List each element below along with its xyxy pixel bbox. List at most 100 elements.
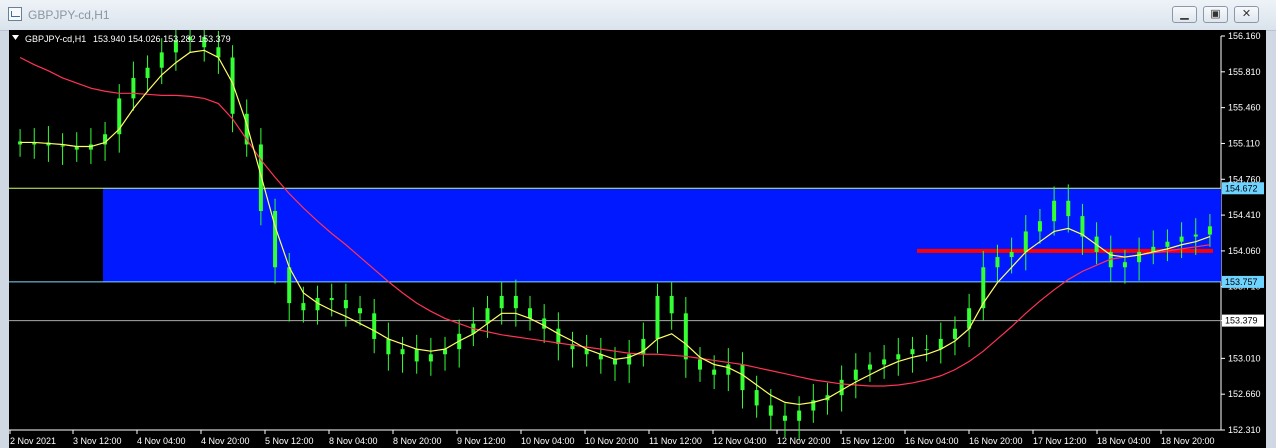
chart-ohlc-values: 153.940 154.026 153.282 153.379 xyxy=(93,34,231,44)
candle-body xyxy=(938,338,943,350)
candle-body xyxy=(513,295,518,309)
candle-body xyxy=(343,300,348,309)
candle-body xyxy=(683,313,688,360)
candle-body xyxy=(613,359,617,365)
maximize-button[interactable]: ▣ xyxy=(1203,6,1228,23)
chart-window-icon xyxy=(8,7,22,21)
candle-body xyxy=(131,77,136,99)
time-tick-label: 2 Nov 2021 xyxy=(10,436,56,446)
candle-body xyxy=(358,308,363,314)
candle-body xyxy=(655,295,660,339)
candle-body xyxy=(159,52,164,68)
zone-price-label: 153.757 xyxy=(1225,277,1258,287)
candle-body xyxy=(853,369,858,380)
time-tick-label: 5 Nov 12:00 xyxy=(265,436,314,446)
time-tick-label: 12 Nov 04:00 xyxy=(713,436,767,446)
candle-body xyxy=(896,354,901,360)
minimize-icon: ▁ xyxy=(1180,8,1189,20)
candle-body xyxy=(329,297,334,301)
time-tick-label: 16 Nov 20:00 xyxy=(969,436,1023,446)
zone-price-label: 154.672 xyxy=(1225,183,1258,193)
candle-body xyxy=(1179,236,1184,242)
price-tick-label: 155.110 xyxy=(1228,138,1260,148)
time-tick-label: 8 Nov 20:00 xyxy=(393,436,442,446)
price-chart[interactable]: GBPJPY-cd,H1 153.940 154.026 153.282 153.… xyxy=(9,30,1266,448)
time-tick-label: 16 Nov 04:00 xyxy=(905,436,959,446)
candle-body xyxy=(712,369,717,375)
candle-body xyxy=(782,415,787,421)
time-tick-label: 17 Nov 12:00 xyxy=(1033,436,1087,446)
price-tick-label: 154.060 xyxy=(1228,246,1261,256)
candle-body xyxy=(910,349,915,355)
candle-body xyxy=(1122,262,1127,268)
candle-body xyxy=(924,349,929,351)
candle-body xyxy=(882,359,887,365)
candle-body xyxy=(797,410,802,421)
candle-body xyxy=(627,354,632,365)
candle-body xyxy=(867,364,872,370)
candle-body xyxy=(145,67,150,78)
candle-body xyxy=(740,364,745,391)
time-tick-label: 10 Nov 04:00 xyxy=(521,436,575,446)
time-tick-label: 3 Nov 12:00 xyxy=(73,436,122,446)
maximize-icon: ▣ xyxy=(1210,8,1221,20)
price-tick-label: 155.810 xyxy=(1228,67,1261,77)
time-tick-label: 11 Nov 12:00 xyxy=(649,436,702,446)
time-tick-label: 8 Nov 04:00 xyxy=(329,436,378,446)
candle-body xyxy=(754,390,759,406)
close-icon: ✕ xyxy=(1241,8,1252,20)
candle-body xyxy=(499,295,504,309)
candle-body xyxy=(1009,251,1014,258)
candle-body xyxy=(556,328,561,345)
time-tick-label: 18 Nov 20:00 xyxy=(1161,436,1215,446)
candle-body xyxy=(1052,200,1057,222)
candle-body xyxy=(60,145,65,147)
candle-body xyxy=(528,308,533,319)
close-button[interactable]: ✕ xyxy=(1234,6,1259,23)
time-tick-label: 4 Nov 04:00 xyxy=(137,436,186,446)
candle-body xyxy=(697,359,702,370)
price-tick-label: 156.160 xyxy=(1228,31,1261,41)
candle-body xyxy=(1193,234,1198,237)
candle-body xyxy=(386,338,391,355)
time-tick-label: 12 Nov 20:00 xyxy=(777,436,831,446)
candle-body xyxy=(1023,231,1028,252)
candle-body xyxy=(669,295,674,314)
time-tick-label: 18 Nov 04:00 xyxy=(1097,436,1151,446)
candle-body xyxy=(216,47,221,58)
minimize-button[interactable]: ▁ xyxy=(1172,6,1197,23)
candle-body xyxy=(1165,241,1170,247)
candle-body xyxy=(372,313,377,339)
current-price-label: 153.379 xyxy=(1225,316,1258,326)
candle-body xyxy=(542,318,547,329)
price-tick-label: 155.460 xyxy=(1228,103,1261,113)
candlestick-chart-svg[interactable]: GBPJPY-cd,H1 153.940 154.026 153.282 153.… xyxy=(9,30,1266,448)
candle-body xyxy=(287,267,292,304)
candle-body xyxy=(428,354,433,362)
time-tick-label: 15 Nov 12:00 xyxy=(841,436,895,446)
candle-body xyxy=(1066,200,1071,217)
candle-body xyxy=(995,257,1000,268)
candle-body xyxy=(414,349,419,362)
time-tick-label: 4 Nov 20:00 xyxy=(201,436,250,446)
candle-body xyxy=(1137,251,1142,263)
candle-body xyxy=(1037,221,1042,232)
price-tick-label: 154.410 xyxy=(1228,210,1261,220)
candle-body xyxy=(400,349,405,355)
chart-window: GBPJPY-cd,H1 ▁ ▣ ✕ GBPJPY-cd,H1 153.940 1… xyxy=(0,0,1276,448)
candle-body xyxy=(301,303,306,311)
price-tick-label: 152.310 xyxy=(1228,425,1261,435)
candle-body xyxy=(485,308,490,324)
candle-body xyxy=(258,144,263,211)
window-title: GBPJPY-cd,H1 xyxy=(28,8,110,22)
title-bar[interactable]: GBPJPY-cd,H1 ▁ ▣ ✕ xyxy=(0,0,1276,31)
chart-symbol-label: GBPJPY-cd,H1 xyxy=(25,34,86,44)
price-tick-label: 153.010 xyxy=(1228,353,1261,363)
price-tick-label: 152.660 xyxy=(1228,389,1261,399)
candle-body xyxy=(726,364,731,375)
time-tick-label: 10 Nov 20:00 xyxy=(585,436,639,446)
time-tick-label: 9 Nov 12:00 xyxy=(457,436,506,446)
candle-body xyxy=(1207,226,1212,235)
candle-body xyxy=(952,328,957,339)
candle-body xyxy=(768,405,773,416)
